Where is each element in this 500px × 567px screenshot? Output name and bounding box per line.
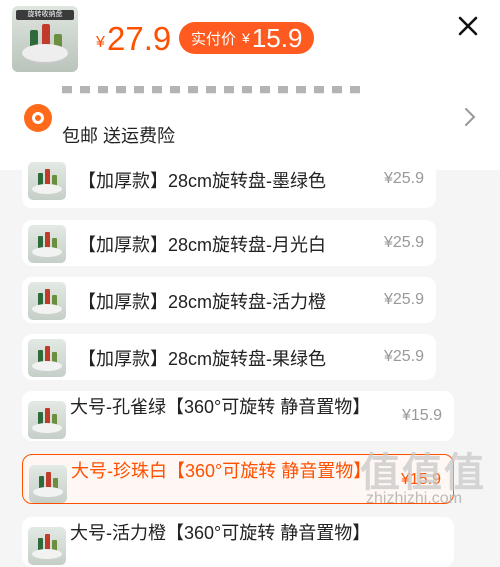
sku-option[interactable]: 【加厚款】28cm旋转盘-月光白 ¥25.9 xyxy=(22,220,436,266)
sku-option-price: ¥15.9 xyxy=(401,407,442,424)
actual-price-label: 实付价 xyxy=(191,30,237,48)
sku-option-selected[interactable]: 大号-珍珠白【360°可旋转 静音置物】 ¥15.9 xyxy=(22,454,454,504)
sku-option[interactable]: 【加厚款】28cm旋转盘-活力橙 ¥25.9 xyxy=(22,277,436,323)
chevron-right-icon xyxy=(465,108,476,126)
sku-option-price: ¥25.9 xyxy=(383,234,424,251)
sku-thumbnail xyxy=(28,282,66,320)
sku-option-label: 【加厚款】28cm旋转盘-果绿色 xyxy=(78,349,327,369)
sku-option-label: 大号-孔雀绿【360°可旋转 静音置物】 xyxy=(70,397,371,417)
sku-option-price: ¥25.9 xyxy=(383,291,424,308)
product-header: 旋转收纳盘 ¥ 27.9 实付价 ¥ 15.9 包邮 送运费险 xyxy=(0,0,500,170)
sku-option[interactable]: 大号-孔雀绿【360°可旋转 静音置物】 ¥15.9 xyxy=(22,391,454,441)
thumbnail-tag: 旋转收纳盘 xyxy=(16,10,74,20)
price-currency: ¥ xyxy=(96,34,105,51)
close-button[interactable] xyxy=(454,12,482,40)
close-icon xyxy=(458,16,478,36)
product-price: 27.9 xyxy=(107,20,172,57)
sku-thumbnail xyxy=(28,527,66,565)
sku-option-label: 大号-活力橙【360°可旋转 静音置物】 xyxy=(70,523,371,543)
location-icon xyxy=(24,104,52,132)
address-row-chevron[interactable] xyxy=(462,106,478,128)
sku-thumbnail xyxy=(28,339,66,377)
sku-option-label: 【加厚款】28cm旋转盘-月光白 xyxy=(78,235,327,255)
sku-thumbnail xyxy=(28,162,66,200)
sku-option-label: 【加厚款】28cm旋转盘-墨绿色 xyxy=(78,171,327,191)
sku-option-price: ¥25.9 xyxy=(383,348,424,365)
product-thumbnail[interactable]: 旋转收纳盘 xyxy=(12,6,78,72)
shipping-info: 包邮 送运费险 xyxy=(62,126,176,146)
actual-price-currency: ¥ xyxy=(242,30,250,46)
sku-option-label: 【加厚款】28cm旋转盘-活力橙 xyxy=(78,292,327,312)
sku-option-price: ¥25.9 xyxy=(383,170,424,187)
actual-price-badge: 实付价 ¥ 15.9 xyxy=(179,22,315,54)
sku-option-label: 大号-珍珠白【360°可旋转 静音置物】 xyxy=(71,461,372,481)
sku-option-price: ¥15.9 xyxy=(400,471,441,488)
sku-thumbnail xyxy=(28,401,66,439)
sku-option[interactable]: 【加厚款】28cm旋转盘-果绿色 ¥25.9 xyxy=(22,334,436,380)
sku-thumbnail xyxy=(28,225,66,263)
actual-price-value: 15.9 xyxy=(251,22,303,53)
sku-thumbnail xyxy=(29,465,67,503)
sku-option[interactable]: 【加厚款】28cm旋转盘-墨绿色 ¥25.9 xyxy=(22,162,436,208)
address-text-obscured xyxy=(62,86,362,94)
